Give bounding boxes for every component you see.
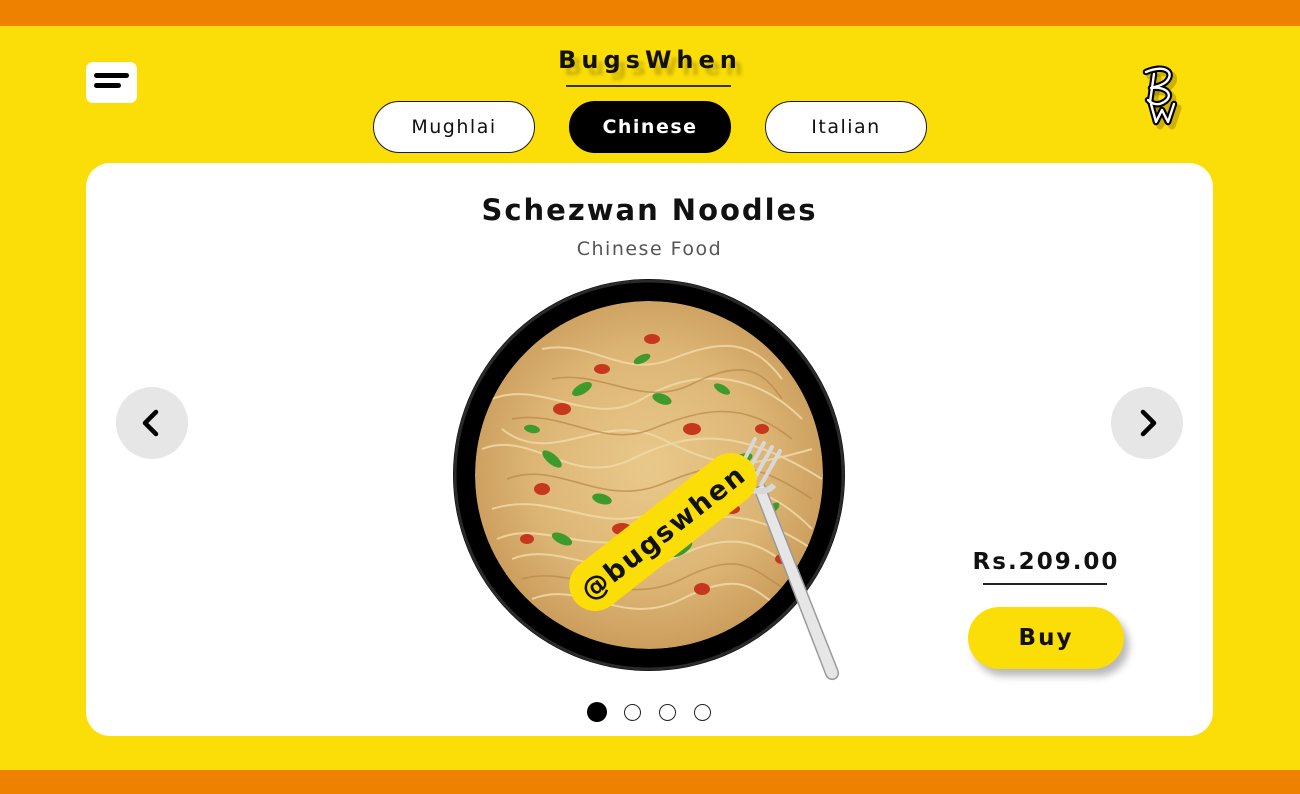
carousel-dot-1[interactable]: [587, 702, 607, 722]
chevron-right-icon: [1140, 409, 1157, 437]
bottom-band: [0, 770, 1300, 794]
brand-title: BugsWhen: [558, 46, 742, 74]
buy-button[interactable]: Buy: [968, 607, 1124, 669]
menu-button[interactable]: [86, 62, 137, 103]
dish-image: @bugswhen: [453, 279, 845, 681]
bw-monogram-logo[interactable]: [1124, 60, 1194, 140]
carousel-dot-4[interactable]: [694, 704, 711, 721]
dish-name: Schezwan Noodles: [481, 193, 818, 227]
price-underline: [983, 583, 1107, 585]
product-card: Schezwan Noodles Chinese Food @bugswhen …: [86, 163, 1213, 736]
dish-category: Chinese Food: [576, 238, 723, 260]
chevron-left-icon: [142, 409, 159, 437]
carousel-dot-2[interactable]: [624, 704, 641, 721]
brand-underline: [566, 85, 731, 87]
carousel-dot-3[interactable]: [659, 704, 676, 721]
top-band: [0, 0, 1300, 26]
hamburger-menu-icon: [94, 73, 129, 78]
next-button[interactable]: [1111, 387, 1183, 459]
tab-mughlai[interactable]: Mughlai: [373, 101, 535, 153]
previous-button[interactable]: [116, 387, 188, 459]
carousel-indicators: [586, 701, 716, 723]
price-label: Rs.209.00: [972, 549, 1120, 575]
tab-chinese[interactable]: Chinese: [569, 101, 731, 153]
tab-italian[interactable]: Italian: [765, 101, 927, 153]
cuisine-tabs: Mughlai Chinese Italian: [373, 101, 928, 153]
